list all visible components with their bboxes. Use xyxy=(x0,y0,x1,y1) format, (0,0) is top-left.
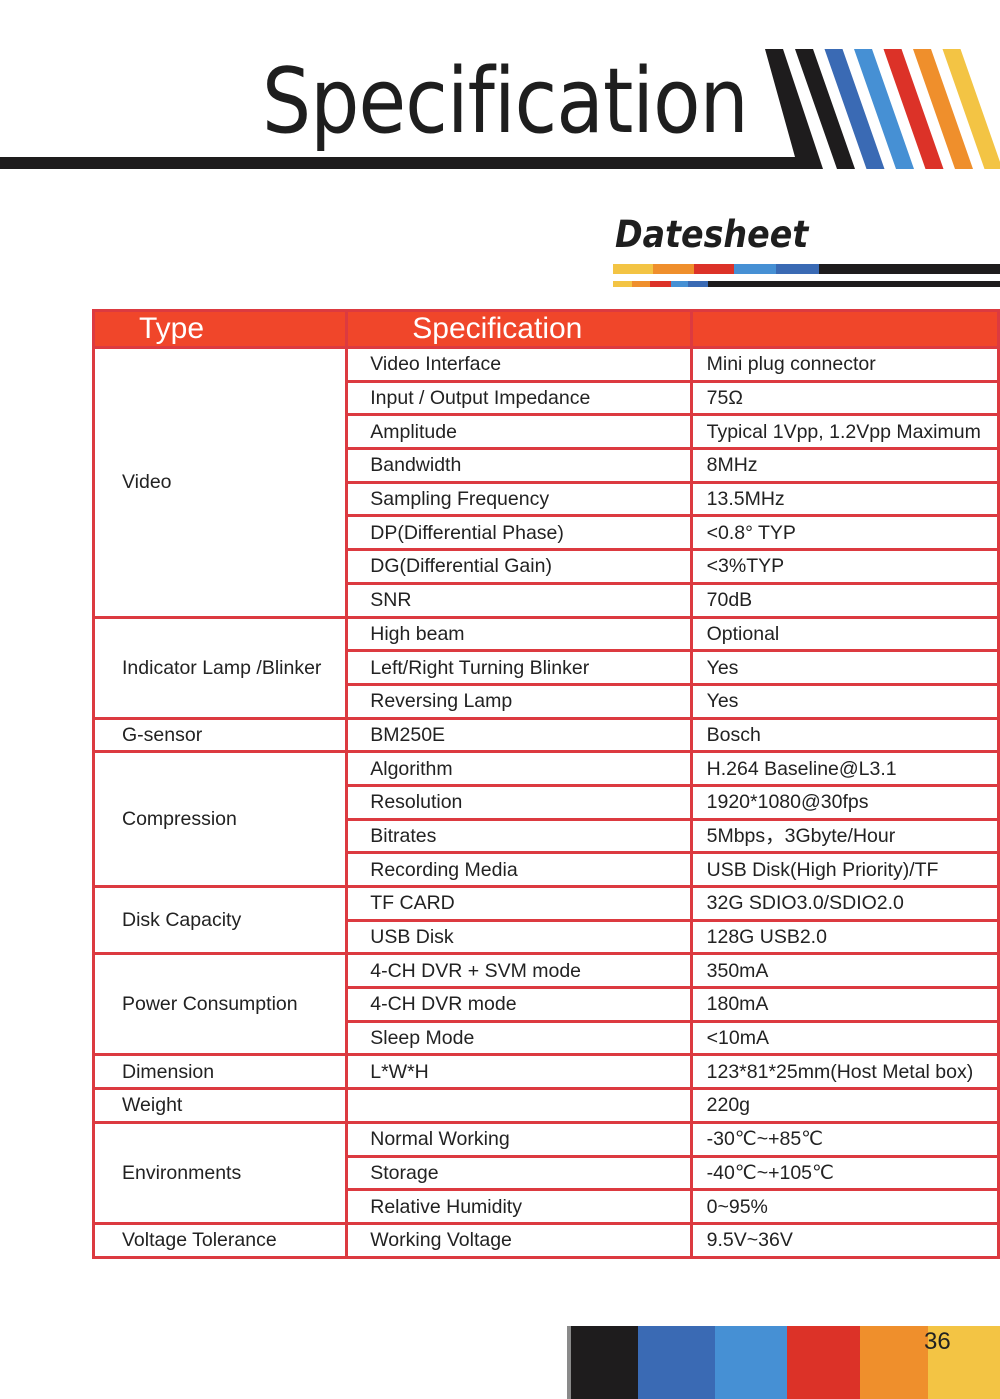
value-cell: Yes xyxy=(689,682,1000,720)
spec-cell: 4-CH DVR + SVM mode xyxy=(345,952,693,990)
table-row: Disk Capacity TF CARD 32G SDIO3.0/SDIO2.0 xyxy=(91,884,1000,956)
spec-cell xyxy=(345,1087,693,1124)
value-cell: 220g xyxy=(689,1087,1000,1124)
table-row: Dimension L*W*H 123*81*25mm(Host Metal box… xyxy=(91,1053,1000,1091)
spec-cell: High beam xyxy=(345,615,693,653)
value-cell: 70dB xyxy=(689,581,1000,619)
type-cell: Video xyxy=(91,346,349,619)
value-cell: <0.8° TYP xyxy=(689,514,1000,552)
spec-cell: Reversing Lamp xyxy=(345,682,693,720)
page-title: Specification xyxy=(262,49,749,154)
type-cell: Power Consumption xyxy=(91,952,349,1057)
spec-cell: Working Voltage xyxy=(345,1221,693,1259)
footer-bar-segment xyxy=(638,1326,715,1399)
spec-cell: Relative Humidity xyxy=(345,1188,693,1225)
type-cell: Indicator Lamp /Blinker xyxy=(91,615,349,720)
table-row: Environments Normal Working -30℃~+85℃ xyxy=(91,1120,1000,1225)
value-cell: 123*81*25mm(Host Metal box) xyxy=(689,1053,1000,1091)
spec-cell: Input / Output Impedance xyxy=(345,379,693,417)
value-cell: 75Ω xyxy=(689,379,1000,417)
spec-cell: Sampling Frequency xyxy=(345,480,693,518)
value-cell: H.264 Baseline@L3.1 xyxy=(689,750,1000,787)
spec-cell: 4-CH DVR mode xyxy=(345,986,693,1023)
value-cell: 8MHz xyxy=(689,447,1000,484)
spec-cell: Sleep Mode xyxy=(345,1019,693,1057)
value-cell: <10mA xyxy=(689,1019,1000,1057)
header-value xyxy=(689,309,1000,349)
page-number: 36 xyxy=(924,1328,951,1355)
spec-cell: Storage xyxy=(345,1154,693,1192)
value-cell: Yes xyxy=(689,649,1000,686)
header-type: Type xyxy=(91,309,349,349)
value-cell: 180mA xyxy=(689,986,1000,1023)
table-header-row: Type Specification xyxy=(91,309,1000,349)
spec-cell: SNR xyxy=(345,581,693,619)
spec-cell: Resolution xyxy=(345,783,693,821)
section-subtitle: Datesheet xyxy=(615,213,809,256)
spec-cell: USB Disk xyxy=(345,918,693,956)
value-cell: 13.5MHz xyxy=(689,480,1000,518)
spec-cell: Normal Working xyxy=(345,1120,693,1158)
spec-cell: Recording Media xyxy=(345,851,693,888)
value-cell: 9.5V~36V xyxy=(689,1221,1000,1259)
value-cell: 1920*1080@30fps xyxy=(689,783,1000,821)
spec-cell: L*W*H xyxy=(345,1053,693,1091)
value-cell: 0~95% xyxy=(689,1188,1000,1225)
table-row: Video Video Interface Mini plug connector xyxy=(91,346,1000,619)
value-cell: Mini plug connector xyxy=(689,346,1000,383)
value-cell: 128G USB2.0 xyxy=(689,918,1000,956)
type-cell: Voltage Tolerance xyxy=(91,1221,349,1259)
table-row: Voltage Tolerance Working Voltage 9.5V~36V xyxy=(91,1221,1000,1259)
value-cell: Optional xyxy=(689,615,1000,653)
type-cell: Disk Capacity xyxy=(91,884,349,956)
type-cell: Compression xyxy=(91,750,349,888)
footer-bar-segment xyxy=(860,1326,928,1399)
value-cell: USB Disk(High Priority)/TF xyxy=(689,851,1000,888)
table-row: Power Consumption 4-CH DVR + SVM mode 350m… xyxy=(91,952,1000,1057)
spec-cell: Algorithm xyxy=(345,750,693,787)
footer-bar-segment xyxy=(567,1326,571,1399)
value-cell: 32G SDIO3.0/SDIO2.0 xyxy=(689,885,1000,922)
value-cell: -40℃~+105℃ xyxy=(689,1154,1000,1192)
table-row: G-sensor BM250E Bosch xyxy=(91,716,1000,754)
table-row: Compression Algorithm H.264 Baseline@L3.1 xyxy=(91,750,1000,888)
footer-bar-segment xyxy=(571,1326,638,1399)
table-row: Indicator Lamp /Blinker High beam Optional xyxy=(91,615,1000,720)
spec-cell: Left/Right Turning Blinker xyxy=(345,649,693,686)
spec-cell: Bitrates xyxy=(345,817,693,855)
value-cell: <3%TYP xyxy=(689,548,1000,585)
value-cell: -30℃~+85℃ xyxy=(689,1120,1000,1158)
spec-cell: Bandwidth xyxy=(345,447,693,484)
header-specification: Specification xyxy=(345,309,693,349)
footer-bar-segment xyxy=(715,1326,787,1399)
spec-cell: TF CARD xyxy=(345,885,693,922)
value-cell: Bosch xyxy=(689,716,1000,754)
spec-cell: Amplitude xyxy=(345,413,693,451)
type-cell: Dimension xyxy=(91,1053,349,1091)
value-cell: 350mA xyxy=(689,952,1000,990)
footer-bar-segment xyxy=(787,1326,860,1399)
value-cell: Typical 1Vpp, 1.2Vpp Maximum xyxy=(689,413,1000,451)
spec-cell: Video Interface xyxy=(345,346,693,383)
type-cell: Environments xyxy=(91,1120,349,1225)
spec-table: Type Specification Video Video Interface M… xyxy=(91,309,1000,1259)
spec-cell: DG(Differential Gain) xyxy=(345,548,693,585)
spec-cell: BM250E xyxy=(345,716,693,754)
value-cell: 5Mbps，3Gbyte/Hour xyxy=(689,817,1000,855)
table-row: Weight 220g xyxy=(91,1087,1000,1124)
type-cell: Weight xyxy=(91,1087,349,1124)
spec-cell: DP(Differential Phase) xyxy=(345,514,693,552)
type-cell: G-sensor xyxy=(91,716,349,754)
